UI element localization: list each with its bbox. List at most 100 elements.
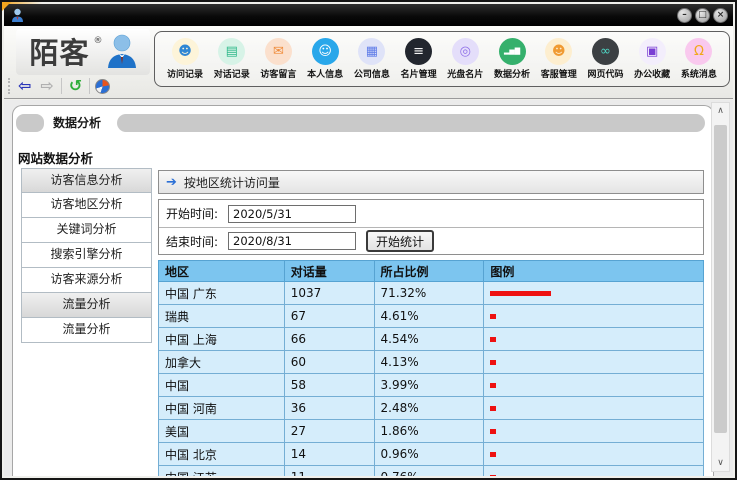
sidebar-item[interactable]: 访客地区分析 [21, 193, 152, 218]
panel-header: ➔ 按地区统计访问量 [158, 170, 704, 194]
region-cell: 中国 上海 [159, 328, 285, 351]
toolbar-item-my-profile[interactable]: ☺本人信息 [302, 38, 348, 80]
percent-cell: 4.54% [374, 328, 484, 351]
toolbar-item-company-info[interactable]: ▦公司信息 [349, 38, 395, 80]
table-row: 中国 北京140.96% [159, 443, 704, 466]
toolbar-item-label: 访客留言 [260, 67, 296, 80]
system-message-icon: Ω [685, 38, 712, 65]
main-panel: 数据分析 网站数据分析 访客信息分析访客地区分析关键词分析搜索引擎分析访客来源分… [12, 105, 714, 476]
start-time-row: 开始时间: [159, 200, 703, 227]
close-button[interactable]: × [713, 8, 728, 23]
data-analysis-icon: ▂▅▇ [499, 38, 526, 65]
app-user-icon [11, 8, 24, 23]
logo-text: 陌客 [29, 30, 89, 74]
toolbar-item-label: 名片管理 [401, 67, 437, 80]
web-code-icon: ∞ [592, 38, 619, 65]
legend-cell [484, 420, 704, 443]
region-cell: 中国 北京 [159, 443, 285, 466]
table-row: 中国 河南362.48% [159, 397, 704, 420]
sidebar-item[interactable]: 搜索引擎分析 [21, 243, 152, 268]
window-controls: –□× [677, 8, 728, 23]
sidebar-item[interactable]: 访客来源分析 [21, 268, 152, 293]
legend-bar [490, 314, 496, 319]
main-icon-toolbar: ☻ 访问记录 ▤对话记录 ✉ 访客留言 ☺本人信息▦公司信息≡名片管理◎光盘名片▂▅▇数据… [154, 31, 730, 87]
dialogs-cell: 1037 [284, 282, 374, 305]
end-time-row: 结束时间: 开始统计 [159, 227, 703, 254]
toolbar-item-visit-records[interactable]: ☻ 访问记录 [162, 38, 208, 80]
scroll-down-arrow-icon[interactable]: ∨ [712, 455, 729, 471]
toolbar-grip[interactable] [8, 78, 11, 94]
tab-strip-filler-bar [117, 114, 705, 132]
legend-cell [484, 282, 704, 305]
sidebar-item[interactable]: 访客信息分析 [21, 168, 152, 193]
navigation-toolbar: ⇦ ⇨ ↺ [8, 75, 110, 97]
toolbar-item-office-favorites[interactable]: ▣办公收藏 [629, 38, 675, 80]
vertical-scrollbar[interactable]: ∧ ∨ [711, 102, 730, 472]
content-area: 数据分析 网站数据分析 访客信息分析访客地区分析关键词分析搜索引擎分析访客来源分… [4, 100, 733, 476]
visitor-message-icon: ✉ [265, 38, 292, 65]
start-time-input[interactable] [228, 205, 356, 223]
scrollbar-thumb[interactable] [714, 125, 727, 433]
percent-cell: 0.96% [374, 443, 484, 466]
panel-title: 按地区统计访问量 [184, 174, 280, 191]
percent-cell: 1.86% [374, 420, 484, 443]
region-cell: 中国 广东 [159, 282, 285, 305]
percent-cell: 4.13% [374, 351, 484, 374]
browser-home-icon[interactable] [95, 79, 110, 94]
toolbar-item-data-analysis[interactable]: ▂▅▇数据分析 [489, 38, 535, 80]
minimize-button[interactable]: – [677, 8, 692, 23]
toolbar-separator [61, 78, 62, 94]
tab-strip: 数据分析 [13, 113, 713, 133]
region-cell: 加拿大 [159, 351, 285, 374]
legend-bar [490, 360, 496, 365]
sidebar-item[interactable]: 流量分析 [21, 318, 152, 343]
percent-cell: 2.48% [374, 397, 484, 420]
visit-records-icon: ☻ [172, 38, 199, 65]
toolbar-item-visitor-message[interactable]: ✉ 访客留言 [255, 38, 301, 80]
table-row: 中国 广东103771.32% [159, 282, 704, 305]
app-logo: 陌客® [16, 29, 150, 75]
toolbar-item-card-manage[interactable]: ≡名片管理 [396, 38, 442, 80]
start-time-label: 开始时间: [166, 205, 228, 222]
percent-cell: 3.99% [374, 374, 484, 397]
toolbar-item-label: 网页代码 [587, 67, 623, 80]
legend-bar [490, 406, 496, 411]
toolbar-item-disc-card[interactable]: ◎光盘名片 [442, 38, 488, 80]
start-statistics-button[interactable]: 开始统计 [366, 230, 434, 252]
toolbar-item-label: 访问记录 [167, 67, 203, 80]
sidebar-item[interactable]: 关键词分析 [21, 218, 152, 243]
refresh-button[interactable]: ↺ [67, 78, 84, 94]
toolbar-separator [89, 78, 90, 94]
service-manage-icon: ☻ [545, 38, 572, 65]
toolbar-item-label: 客服管理 [541, 67, 577, 80]
toolbar-item-label: 光盘名片 [447, 67, 483, 80]
dialogs-cell: 66 [284, 328, 374, 351]
scroll-up-arrow-icon[interactable]: ∧ [712, 103, 729, 119]
legend-bar [490, 383, 496, 388]
toolbar-item-label: 本人信息 [307, 67, 343, 80]
forward-button[interactable]: ⇨ [38, 78, 55, 94]
table-row: 美国271.86% [159, 420, 704, 443]
toolbar-item-web-code[interactable]: ∞ 网页代码 [582, 38, 628, 80]
column-header: 所占比例 [374, 261, 484, 282]
sidebar-item[interactable]: 流量分析 [21, 293, 152, 318]
toolbar-item-label: 系统消息 [681, 67, 717, 80]
legend-cell [484, 305, 704, 328]
legend-cell [484, 328, 704, 351]
chat-records-icon: ▤ [218, 38, 245, 65]
table-header-row: 地区对话量所占比例图例 [159, 261, 704, 282]
legend-cell [484, 397, 704, 420]
dialogs-cell: 58 [284, 374, 374, 397]
toolbar-item-service-manage[interactable]: ☻ 客服管理 [536, 38, 582, 80]
end-time-input[interactable] [228, 232, 356, 250]
toolbar-item-system-message[interactable]: Ω 系统消息 [676, 38, 722, 80]
date-range-form: 开始时间: 结束时间: 开始统计 [158, 199, 704, 255]
tab-data-analysis[interactable]: 数据分析 [53, 113, 101, 133]
maximize-button[interactable]: □ [695, 8, 710, 23]
legend-bar [490, 452, 496, 457]
percent-cell: 4.61% [374, 305, 484, 328]
back-button[interactable]: ⇦ [16, 78, 33, 94]
percent-cell: 71.32% [374, 282, 484, 305]
sidebar-menu: 访客信息分析访客地区分析关键词分析搜索引擎分析访客来源分析流量分析流量分析 [21, 168, 152, 343]
toolbar-item-chat-records[interactable]: ▤对话记录 [209, 38, 255, 80]
